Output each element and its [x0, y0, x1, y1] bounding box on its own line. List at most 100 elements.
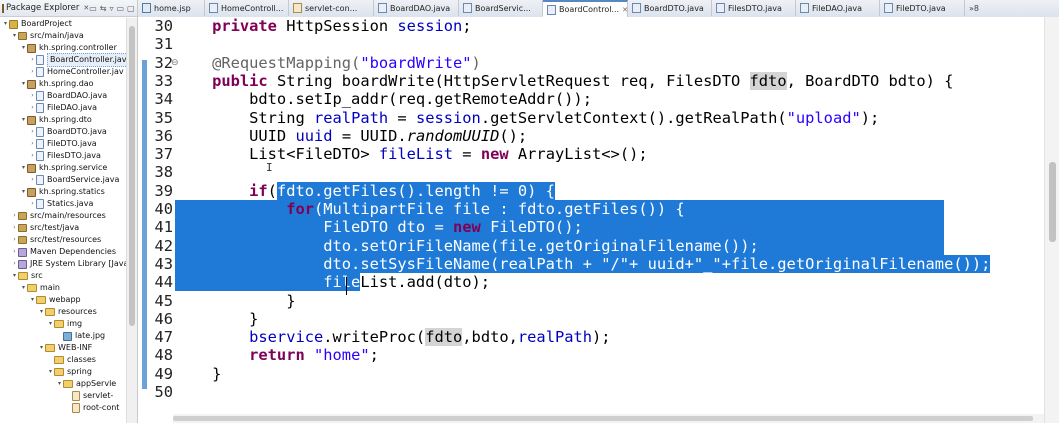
code-line[interactable]: FileDTO dto = new FileDTO();: [175, 218, 944, 237]
tree-item[interactable]: classes: [47, 354, 96, 366]
expand-toggle-icon[interactable]: ›: [11, 258, 18, 270]
code-line[interactable]: @RequestMapping("boardWrite"): [175, 54, 481, 72]
horizontal-scrollbar[interactable]: [173, 414, 1044, 423]
view-menu-icon[interactable]: ▿: [109, 4, 113, 13]
explorer-scrollbar[interactable]: [126, 18, 137, 423]
editor-tab[interactable]: HomeControll...: [205, 0, 289, 16]
tree-item[interactable]: ▾ src: [11, 270, 43, 282]
expand-toggle-icon[interactable]: ▾: [2, 18, 9, 30]
expand-toggle-icon[interactable]: ▾: [47, 318, 54, 330]
tree-item[interactable]: ▾ kh.spring.dto: [20, 114, 92, 126]
code-line[interactable]: dto.setOriFileName(file.getOriginalFilen…: [175, 236, 944, 255]
code-line[interactable]: fileList.add(dto);: [175, 273, 490, 292]
h-scroll-thumb[interactable]: [173, 416, 1033, 421]
tree-item[interactable]: root-cont: [65, 402, 119, 414]
expand-toggle-icon[interactable]: ▾: [29, 294, 36, 306]
tree-item[interactable]: › Maven Dependencies: [11, 246, 116, 258]
explorer-scroll-thumb[interactable]: [129, 26, 135, 326]
code-editor[interactable]: 30 31 32 33 34 35 36 37 38 39 40 41 42 43 44 45 46 47 48 49…: [138, 17, 1059, 423]
expand-toggle-icon[interactable]: ›: [29, 54, 36, 66]
code-line[interactable]: String realPath = session.getServletCont…: [175, 109, 879, 127]
tree-item[interactable]: › src/main/resources: [11, 210, 106, 222]
expand-toggle-icon[interactable]: ›: [11, 234, 18, 246]
expand-toggle-icon[interactable]: ▾: [20, 42, 27, 54]
tree-item[interactable]: › JRE System Library [JavaS: [11, 258, 134, 270]
code-line[interactable]: for(MultipartFile file : fdto.getFiles()…: [175, 200, 944, 219]
tree-item[interactable]: › Statics.java: [29, 198, 93, 210]
tree-item[interactable]: ▾ main: [20, 282, 60, 294]
code-line[interactable]: dto.setSysFileName(realPath + "/"+ uuid+…: [175, 254, 991, 274]
expand-toggle-icon[interactable]: ▾: [38, 306, 45, 318]
tree-item[interactable]: servlet-: [65, 390, 113, 402]
tree-item[interactable]: ▾ img: [47, 318, 82, 330]
expand-toggle-icon[interactable]: ›: [11, 246, 18, 258]
code-line[interactable]: if(fdto.getFiles().length != 0) {: [175, 181, 555, 200]
tree-item[interactable]: › BoardController.jav: [29, 53, 130, 67]
maximize-icon[interactable]: ▢: [127, 4, 135, 13]
tab-overflow[interactable]: »8: [965, 0, 995, 16]
expand-toggle-icon[interactable]: ▾: [20, 162, 27, 174]
expand-toggle-icon[interactable]: ›: [29, 138, 36, 150]
expand-toggle-icon[interactable]: ▾: [20, 282, 27, 294]
expand-toggle-icon[interactable]: ›: [29, 90, 36, 102]
tree-item[interactable]: › src/test/java: [11, 222, 79, 234]
expand-toggle-icon[interactable]: ›: [29, 66, 36, 78]
tree-item[interactable]: ▾ kh.spring.service: [20, 162, 107, 174]
tree-item[interactable]: ▾ appServle: [56, 378, 116, 390]
editor-tab[interactable]: BoardControl... ✕: [543, 0, 628, 17]
editor-tab[interactable]: FileDAO.java: [796, 0, 880, 16]
editor-tab[interactable]: BoardDTO.java: [628, 0, 712, 16]
editor-tab[interactable]: FileDTO.java: [880, 0, 965, 16]
tree-item[interactable]: › BoardDAO.java: [29, 90, 107, 102]
editor-tab[interactable]: home.jsp: [138, 0, 205, 16]
link-editor-icon[interactable]: ⇆: [100, 4, 107, 13]
vertical-scrollbar[interactable]: [1044, 17, 1059, 423]
expand-toggle-icon[interactable]: ›: [29, 198, 36, 210]
tree-item[interactable]: ▾ BoardProject: [2, 18, 72, 30]
expand-toggle-icon[interactable]: ›: [11, 222, 18, 234]
tree-item[interactable]: ▾ kh.spring.statics: [20, 186, 105, 198]
code-area[interactable]: private HttpSession session; @RequestMap…: [175, 17, 1047, 423]
fold-collapse-icon[interactable]: ⊖: [171, 54, 179, 72]
tree-item[interactable]: ▾ src/main/java: [11, 30, 84, 42]
code-line[interactable]: return "home";: [175, 346, 379, 364]
code-line[interactable]: }: [175, 365, 221, 383]
code-line[interactable]: }: [175, 310, 258, 328]
tree-item[interactable]: late.jpg: [56, 330, 105, 342]
code-line[interactable]: UUID uuid = UUID.randomUUID();: [175, 127, 527, 145]
tree-item[interactable]: ▾ kh.spring.dao: [20, 78, 94, 90]
expand-toggle-icon[interactable]: ›: [29, 174, 36, 186]
tree-item[interactable]: ▾ resources: [38, 306, 97, 318]
expand-toggle-icon[interactable]: ›: [11, 210, 18, 222]
tree-item[interactable]: ▾ spring: [47, 366, 92, 378]
expand-toggle-icon[interactable]: ▾: [11, 270, 18, 282]
editor-tab[interactable]: BoardServic...: [459, 0, 543, 16]
expand-toggle-icon[interactable]: ▾: [20, 78, 27, 90]
code-line[interactable]: bservice.writeProc(fdto,bdto,realPath);: [175, 328, 611, 347]
expand-toggle-icon[interactable]: ▾: [56, 378, 63, 390]
tree-item[interactable]: › FileDAO.java: [29, 102, 97, 114]
tree-item[interactable]: › BoardService.java: [29, 174, 119, 186]
v-scroll-thumb[interactable]: [1049, 162, 1056, 242]
expand-toggle-icon[interactable]: ›: [29, 102, 36, 114]
tree-item[interactable]: › FileDTO.java: [29, 138, 97, 150]
expand-toggle-icon[interactable]: ▾: [38, 342, 45, 354]
expand-toggle-icon[interactable]: ▾: [11, 30, 18, 42]
expand-toggle-icon[interactable]: ▾: [20, 186, 27, 198]
code-line[interactable]: public String boardWrite(HttpServletRequ…: [175, 71, 953, 90]
expand-toggle-icon[interactable]: ›: [29, 126, 36, 138]
tree-item[interactable]: › HomeController.jav: [29, 66, 124, 78]
tree-item[interactable]: ▾ WEB-INF: [38, 342, 92, 354]
code-line[interactable]: }: [175, 292, 295, 310]
tree-item[interactable]: › FilesDTO.java: [29, 150, 101, 162]
code-line[interactable]: bdto.setIp_addr(req.getRemoteAddr());: [175, 90, 592, 108]
tree-item[interactable]: › BoardDTO.java: [29, 126, 107, 138]
code-line[interactable]: List<FileDTO> fileList = new ArrayList<>…: [175, 145, 648, 163]
minimize-icon[interactable]: ▭: [116, 4, 124, 13]
expand-toggle-icon[interactable]: ▾: [47, 366, 54, 378]
editor-tab[interactable]: servlet-con...: [289, 0, 374, 16]
collapse-all-icon[interactable]: ▭: [89, 4, 97, 13]
expand-toggle-icon[interactable]: ▾: [20, 114, 27, 126]
editor-tab[interactable]: FilesDTO.java: [712, 0, 796, 16]
expand-toggle-icon[interactable]: ›: [29, 150, 36, 162]
